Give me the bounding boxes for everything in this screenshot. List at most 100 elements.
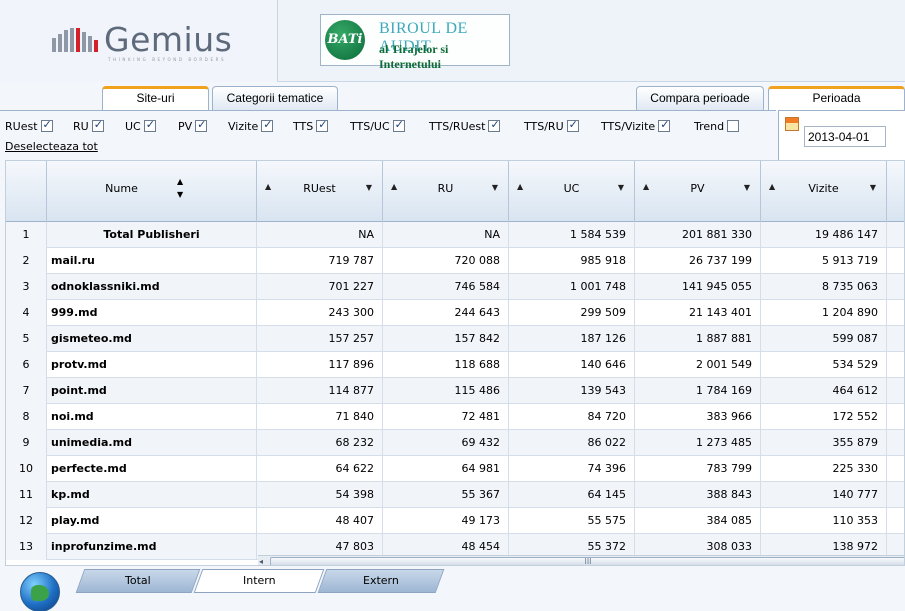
option-pv[interactable]: PV [178, 118, 208, 134]
table-row[interactable]: 4 999.md 243 300 244 643 299 509 21 143 401 1 … [6, 300, 904, 326]
checkbox-vizite[interactable] [261, 118, 274, 132]
option-tts-uc[interactable]: TTS/UC [350, 118, 405, 134]
vizite-cell: 8 735 063 [761, 274, 887, 300]
overflow-cell [887, 404, 904, 430]
globe-icon [20, 572, 60, 611]
vizite-cell: 140 777 [761, 482, 887, 508]
deselect-all-link[interactable]: Deselecteaza tot [5, 140, 98, 153]
column-menu-icon[interactable]: ▼ [366, 183, 372, 192]
column-label: Nume [105, 182, 138, 195]
ru-cell: 118 688 [383, 352, 509, 378]
gemius-logo-text: Gemius [104, 20, 233, 59]
column-header-vizite[interactable]: ▲ Vizite ▼ [761, 161, 887, 222]
tab-total[interactable]: Total [75, 569, 201, 593]
site-name-cell: kp.md [47, 482, 257, 508]
table-row[interactable]: 8 noi.md 71 840 72 481 84 720 383 966 172 552 [6, 404, 904, 430]
sort-desc-icon[interactable]: ▼ [177, 190, 183, 199]
checkbox-tts-ru[interactable] [566, 118, 579, 132]
row-index: 9 [6, 430, 47, 456]
option-label: TTS/Vizite [601, 120, 656, 133]
checkbox-uc[interactable] [143, 118, 156, 132]
column-menu-icon[interactable]: ▼ [744, 183, 750, 192]
pv-cell: 783 799 [635, 456, 761, 482]
ru-cell: 69 432 [383, 430, 509, 456]
tab-perioada[interactable]: Perioada [768, 86, 905, 111]
uc-cell: 74 396 [509, 456, 635, 482]
option-label: UC [125, 120, 141, 133]
ruest-cell: 68 232 [257, 430, 383, 456]
row-index: 2 [6, 248, 47, 274]
row-index: 8 [6, 404, 47, 430]
table-row[interactable]: 7 point.md 114 877 115 486 139 543 1 784 169 4… [6, 378, 904, 404]
date-input[interactable] [804, 126, 886, 147]
option-tts-vizite[interactable]: TTS/Vizite [601, 118, 671, 134]
overflow-cell [887, 326, 904, 352]
overflow-cell [887, 482, 904, 508]
checkbox-tts-ruest[interactable] [488, 118, 501, 132]
pv-cell: 1 273 485 [635, 430, 761, 456]
option-trend[interactable]: Trend [694, 120, 740, 134]
tab-intern[interactable]: Intern [193, 569, 325, 593]
table-row[interactable]: 12 play.md 48 407 49 173 55 575 384 085 110 35… [6, 508, 904, 534]
gemius-logo: Gemius THINKING BEYOND BORDERS [0, 0, 278, 82]
checkbox-ruest[interactable] [40, 118, 53, 132]
tab-site-uri[interactable]: Site-uri [102, 86, 209, 111]
period-panel [778, 110, 905, 160]
table-row[interactable]: 9 unimedia.md 68 232 69 432 86 022 1 273 485 3… [6, 430, 904, 456]
horizontal-scrollbar[interactable]: ◂ III [258, 555, 904, 565]
table-row[interactable]: 1 Total Publisheri NA NA 1 584 539 201 881 33… [6, 222, 904, 248]
checkbox-tts-uc[interactable] [392, 118, 405, 132]
table-row[interactable]: 6 protv.md 117 896 118 688 140 646 2 001 549 5… [6, 352, 904, 378]
uc-cell: 299 509 [509, 300, 635, 326]
column-header-pv[interactable]: ▲ PV ▼ [635, 161, 761, 222]
calendar-icon[interactable] [785, 117, 799, 131]
table-row[interactable]: 2 mail.ru 719 787 720 088 985 918 26 737 199 5… [6, 248, 904, 274]
checkbox-ru[interactable] [91, 118, 104, 132]
row-index: 1 [6, 222, 47, 248]
tab-compara-perioade[interactable]: Compara perioade [636, 86, 764, 111]
column-header-ru[interactable]: ▲ RU ▼ [383, 161, 509, 222]
pv-cell: 384 085 [635, 508, 761, 534]
sort-asc-icon[interactable]: ▲ [177, 177, 183, 186]
checkbox-tts[interactable] [316, 118, 329, 132]
scroll-left-icon[interactable]: ◂ [259, 556, 263, 565]
ruest-cell: 54 398 [257, 482, 383, 508]
column-label: PV [690, 182, 705, 195]
option-tts-ru[interactable]: TTS/RU [524, 118, 579, 134]
column-header-uc[interactable]: ▲ UC ▼ [509, 161, 635, 222]
checkbox-pv[interactable] [195, 118, 208, 132]
tab-categorii-tematice[interactable]: Categorii tematice [212, 86, 338, 111]
column-menu-icon[interactable]: ▼ [870, 183, 876, 192]
checkbox-trend[interactable] [727, 120, 740, 132]
tab-intern-label: Intern [242, 574, 276, 587]
option-vizite[interactable]: Vizite [228, 118, 274, 134]
option-ruest[interactable]: RUest [5, 118, 53, 134]
row-index: 3 [6, 274, 47, 300]
scrollbar-thumb[interactable]: III [270, 557, 904, 565]
table-row[interactable]: 3 odnoklassniki.md 701 227 746 584 1 001 748… [6, 274, 904, 300]
column-label: RUest [303, 182, 336, 195]
grid-header: Nume ▲ ▼ ▲ RUest ▼ ▲ RU ▼ ▲ UC ▼ ▲ PV ▼ … [6, 161, 904, 222]
table-row[interactable]: 10 perfecte.md 64 622 64 981 74 396 783 799 22… [6, 456, 904, 482]
bottom-tabbar: Total Intern Extern [0, 566, 905, 611]
column-header-ruest[interactable]: ▲ RUest ▼ [257, 161, 383, 222]
option-uc[interactable]: UC [125, 118, 156, 134]
bati-subtitle: al Tirajelor si Internetului [379, 42, 449, 71]
option-tts-ruest[interactable]: TTS/RUest [429, 118, 501, 134]
column-header-nume[interactable]: Nume ▲ ▼ [47, 161, 257, 222]
overflow-cell [887, 456, 904, 482]
column-menu-icon[interactable]: ▼ [618, 183, 624, 192]
uc-cell: 84 720 [509, 404, 635, 430]
header: Gemius THINKING BEYOND BORDERS BATi BIRO… [0, 0, 905, 82]
option-ru[interactable]: RU [73, 118, 104, 134]
bati-logo: BATi BIROUL DE AUDIT al Tirajelor si Int… [320, 14, 510, 71]
gemius-tagline: THINKING BEYOND BORDERS [108, 57, 227, 62]
option-tts[interactable]: TTS [293, 118, 329, 134]
tab-extern[interactable]: Extern [317, 569, 445, 593]
table-row[interactable]: 5 gismeteo.md 157 257 157 842 187 126 1 887 8… [6, 326, 904, 352]
column-menu-icon[interactable]: ▼ [492, 183, 498, 192]
checkbox-tts-vizite[interactable] [658, 118, 671, 132]
table-row[interactable]: 11 kp.md 54 398 55 367 64 145 388 843 140 777 [6, 482, 904, 508]
ru-cell: 720 088 [383, 248, 509, 274]
row-index: 13 [6, 534, 47, 560]
